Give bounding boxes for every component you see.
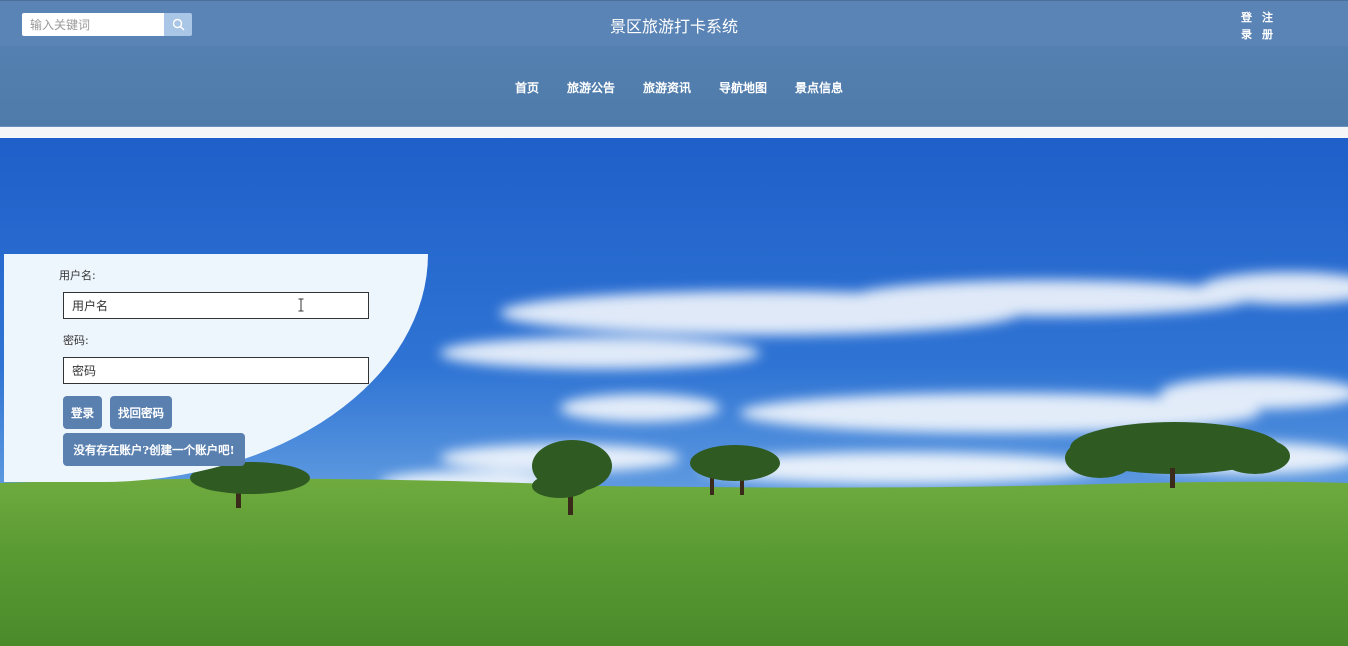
page: 景区旅游打卡系统 登录 注册 首页 旅游公告 旅游资讯 导航地图 景点信息 bbox=[0, 0, 1348, 646]
register-link[interactable]: 注册 bbox=[1261, 9, 1274, 43]
password-input[interactable] bbox=[63, 357, 369, 384]
nav-item-attractions[interactable]: 景点信息 bbox=[795, 79, 843, 96]
nav-item-announcements[interactable]: 旅游公告 bbox=[567, 79, 615, 96]
top-header: 景区旅游打卡系统 登录 注册 bbox=[0, 0, 1348, 47]
header-divider bbox=[0, 127, 1348, 138]
text-cursor-icon bbox=[298, 298, 304, 312]
nav-item-map[interactable]: 导航地图 bbox=[719, 79, 767, 96]
site-title: 景区旅游打卡系统 bbox=[609, 17, 738, 36]
main-nav: 首页 旅游公告 旅游资讯 导航地图 景点信息 bbox=[0, 79, 1348, 96]
nav-bar: 首页 旅游公告 旅游资讯 导航地图 景点信息 bbox=[0, 46, 1348, 127]
create-account-button[interactable]: 没有存在账户?创建一个账户吧! bbox=[63, 433, 245, 466]
auth-links: 登录 注册 bbox=[1240, 9, 1274, 43]
nav-item-home[interactable]: 首页 bbox=[515, 79, 539, 96]
password-label: 密码: bbox=[63, 334, 89, 347]
username-label: 用户名: bbox=[59, 269, 96, 282]
login-button[interactable]: 登录 bbox=[63, 396, 102, 429]
login-link[interactable]: 登录 bbox=[1240, 9, 1253, 43]
username-input[interactable] bbox=[63, 292, 369, 319]
nav-item-news[interactable]: 旅游资讯 bbox=[643, 79, 691, 96]
forgot-password-button[interactable]: 找回密码 bbox=[110, 396, 172, 429]
